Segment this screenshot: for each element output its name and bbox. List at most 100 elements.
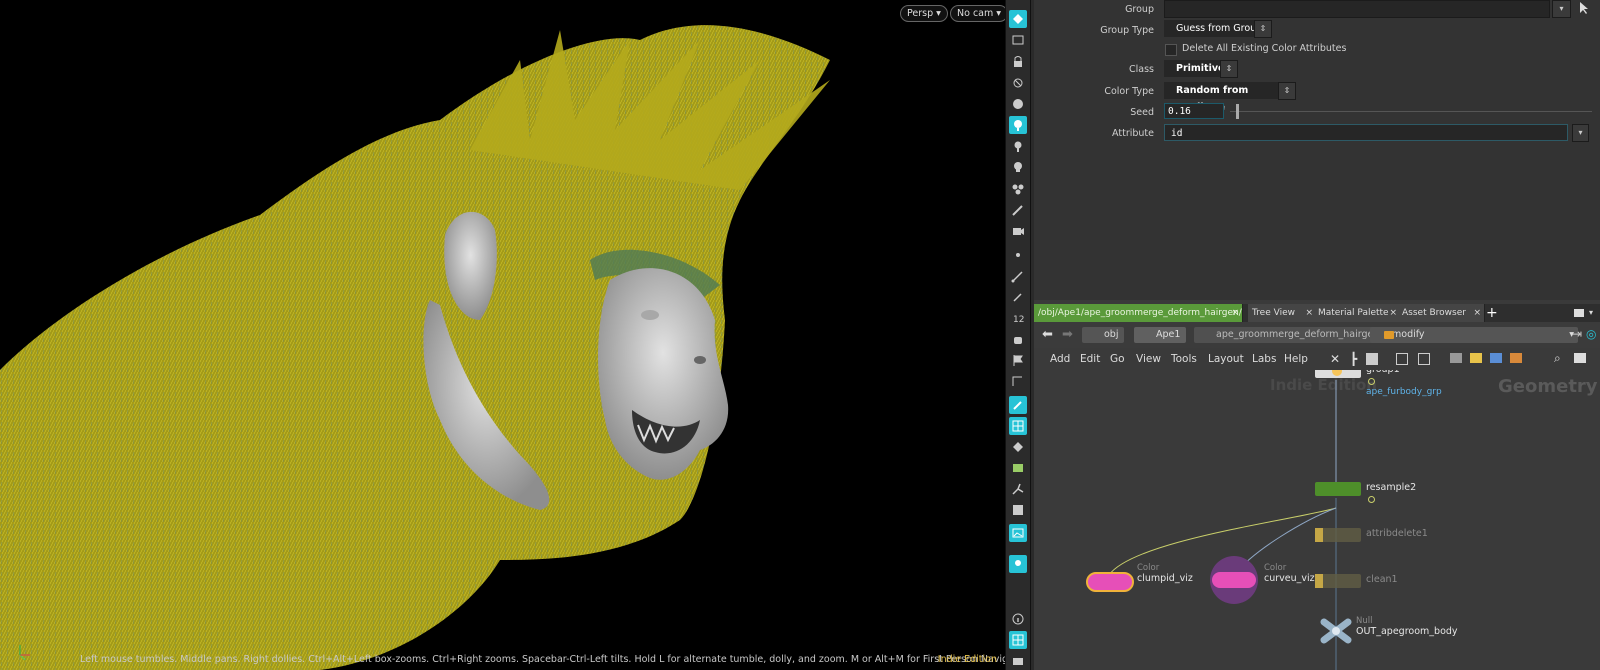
grid-view-icon[interactable] (1396, 353, 1408, 365)
breadcrumb-obj-label: obj (1104, 329, 1119, 340)
point-light-icon[interactable] (1009, 116, 1027, 134)
tree-icon[interactable]: ┣ (1350, 352, 1357, 366)
pane-arrow-icon[interactable]: ▾ (1589, 308, 1593, 317)
list-view-icon[interactable] (1418, 353, 1430, 365)
seed-slider-track[interactable] (1230, 111, 1592, 112)
map-icon[interactable] (1009, 459, 1027, 477)
palette-icon[interactable] (1510, 353, 1522, 363)
image-view-icon[interactable] (1450, 353, 1462, 363)
node-clumpid-viz[interactable] (1086, 572, 1134, 592)
seed-field[interactable]: 0.16 (1164, 103, 1224, 119)
menu-view[interactable]: View (1136, 348, 1161, 370)
pick-arrow-icon[interactable] (1576, 0, 1592, 16)
menu-help[interactable]: Help (1284, 348, 1308, 370)
search-icon[interactable]: ⌕ (1554, 351, 1561, 366)
select-icon[interactable] (1009, 10, 1027, 28)
forward-icon[interactable]: ➡ (1062, 327, 1073, 342)
delete-color-label: Delete All Existing Color Attributes (1182, 43, 1347, 54)
dot-icon[interactable] (1009, 246, 1027, 264)
sticky-note-icon[interactable] (1470, 353, 1482, 363)
ruler-icon[interactable] (1009, 372, 1027, 390)
handle-icon[interactable] (1009, 31, 1027, 49)
breadcrumb-modify[interactable]: modify ▾ (1370, 327, 1578, 343)
camera-save-icon[interactable] (1009, 652, 1027, 670)
location-icon[interactable] (1009, 555, 1027, 573)
skull-icon[interactable] (1009, 158, 1027, 176)
close-icon[interactable]: × (1473, 304, 1481, 322)
group-menu-button[interactable]: ▾ (1552, 0, 1571, 18)
menu-tools[interactable]: Tools (1171, 348, 1197, 370)
color-type-menu-arrow[interactable]: ⇕ (1278, 82, 1296, 100)
scene-viewport[interactable]: Persp ▾ No cam ▾ Left mouse tumbles. Mid… (0, 0, 1005, 670)
attribute-field[interactable]: id (1164, 124, 1568, 141)
breadcrumb-ape[interactable]: Ape1 (1134, 327, 1187, 343)
sphere-icon[interactable] (1009, 95, 1027, 113)
notes-icon[interactable] (1366, 353, 1378, 365)
tab-network-path[interactable]: /obj/Ape1/ape_groommerge_deform_hairgen/… (1034, 304, 1243, 322)
cluster-icon[interactable] (1009, 180, 1027, 198)
camera-menu[interactable]: Persp ▾ (900, 5, 948, 22)
flag-icon[interactable] (1009, 351, 1027, 369)
breadcrumb-hairgen[interactable]: ape_groommerge_deform_hairgen (1194, 327, 1386, 343)
camera-icon[interactable] (1009, 222, 1027, 240)
node-clean1[interactable] (1315, 574, 1361, 588)
panel-icon[interactable] (1009, 501, 1027, 519)
tab-asset-browser[interactable]: Asset Browser × (1398, 304, 1485, 322)
group-type-menu-arrow[interactable]: ⇕ (1254, 20, 1272, 38)
bones-icon[interactable] (1009, 480, 1027, 498)
class-menu-arrow[interactable]: ⇕ (1220, 60, 1238, 78)
node-clumpid-label: clumpid_viz (1137, 573, 1193, 584)
pane-menu-icon[interactable] (1574, 309, 1584, 317)
group-field[interactable] (1164, 0, 1550, 18)
wrench-icon[interactable]: ✕ (1330, 352, 1340, 366)
menu-layout[interactable]: Layout (1208, 348, 1244, 370)
node-out-null[interactable] (1320, 618, 1352, 644)
brush-icon[interactable] (1009, 201, 1027, 219)
pencil-icon[interactable] (1009, 288, 1027, 306)
menu-edit[interactable]: Edit (1080, 348, 1100, 370)
node-group1[interactable] (1315, 370, 1361, 378)
numbers-icon[interactable]: 12 (1009, 309, 1027, 327)
add-tab-icon[interactable]: + (1486, 304, 1498, 322)
node-flag-icon[interactable] (1368, 378, 1375, 385)
node-attribdelete1[interactable] (1315, 528, 1361, 542)
breadcrumb-obj[interactable]: obj (1082, 327, 1125, 343)
cam-menu[interactable]: No cam ▾ (950, 5, 1005, 22)
network-box-icon[interactable] (1490, 353, 1502, 363)
edition-label: Indie Edition (937, 654, 997, 665)
layout-icon[interactable] (1009, 631, 1027, 649)
close-icon[interactable]: × (1305, 304, 1313, 322)
node-flag-icon[interactable] (1368, 496, 1375, 503)
menu-add[interactable]: Add (1050, 348, 1070, 370)
menu-go[interactable]: Go (1110, 348, 1125, 370)
class-label: Class (1129, 64, 1154, 75)
link-icon[interactable]: ◎ (1586, 327, 1596, 341)
grid-icon[interactable] (1009, 417, 1027, 435)
info-icon[interactable] (1009, 610, 1027, 628)
close-icon[interactable]: × (1231, 304, 1239, 322)
node-resample2[interactable] (1315, 482, 1361, 496)
paint-icon[interactable] (1009, 396, 1027, 414)
bulb-icon[interactable] (1009, 137, 1027, 155)
image-icon[interactable] (1009, 524, 1027, 542)
snapshot-icon[interactable] (1574, 353, 1586, 363)
diamond-icon[interactable] (1009, 438, 1027, 456)
pen-icon[interactable] (1009, 267, 1027, 285)
lock-icon[interactable] (1009, 53, 1027, 71)
tab-material-palette[interactable]: Material Palette × (1314, 304, 1401, 322)
tab-label: /obj/Ape1/ape_groommerge_deform_hairgen/… (1038, 308, 1243, 318)
back-icon[interactable]: ⬅ (1042, 327, 1053, 342)
hand-icon[interactable] (1009, 330, 1027, 348)
node-curveu-viz[interactable] (1212, 572, 1256, 588)
menu-labs[interactable]: Labs (1252, 348, 1276, 370)
delete-color-checkbox[interactable] (1165, 44, 1177, 56)
seed-slider-handle[interactable] (1236, 104, 1239, 119)
color-type-menu[interactable]: Random from Attribute (1164, 82, 1288, 113)
tab-tree-view[interactable]: Tree View × (1248, 304, 1317, 322)
attribute-menu-button[interactable]: ▾ (1572, 124, 1589, 142)
close-icon[interactable]: × (1389, 304, 1397, 322)
group-type-menu[interactable]: Guess from Group (1164, 20, 1264, 37)
network-canvas[interactable]: Indie Edition Geometry group1 ape_furbod… (1034, 370, 1600, 670)
pin-icon[interactable]: ⇥ (1572, 327, 1582, 341)
light-icon[interactable] (1009, 74, 1027, 92)
